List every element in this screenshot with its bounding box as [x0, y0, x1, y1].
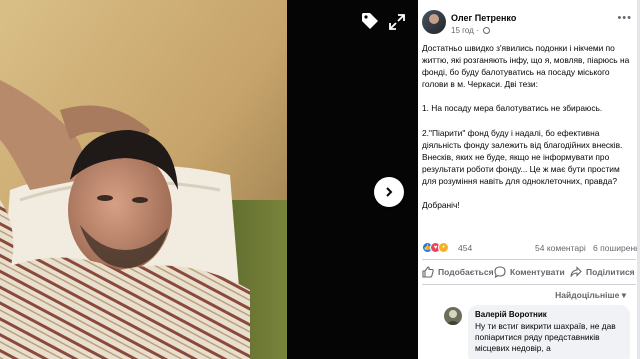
photo-illustration [0, 0, 287, 359]
author-name[interactable]: Олег Петренко [451, 13, 516, 23]
photo-post-page: Олег Петренко 15 год · ••• Достатньо шви… [0, 0, 640, 359]
divider [422, 284, 636, 285]
share-button[interactable]: Поділитися [570, 264, 635, 280]
post-paragraph: Добраніч! [422, 200, 460, 211]
like-label: Подобається [438, 267, 494, 277]
next-photo-button[interactable] [374, 177, 404, 207]
share-icon [570, 266, 582, 277]
post-photo[interactable] [0, 0, 287, 359]
comment-bubble: Валерій Воротник Ну ти встиг викрити шах… [468, 305, 630, 359]
shares-count[interactable]: 6 поширень [593, 243, 640, 253]
photo-viewer [0, 0, 418, 359]
author-avatar[interactable] [422, 10, 446, 34]
post-paragraph: 2."Піарити" фонд буду і надалі, бо ефект… [422, 127, 623, 187]
comment-text: Ну ти встиг викрити шахраїв, не дав попі… [475, 321, 616, 353]
like-button[interactable]: Подобається [422, 264, 494, 280]
post-time[interactable]: 15 год · [451, 26, 490, 35]
post-text: Достатньо швидко з'явились подонки і нік… [422, 42, 634, 223]
reactions-count[interactable]: 454 [458, 243, 472, 253]
post-paragraph: Достатньо швидко з'явились подонки і нік… [422, 43, 630, 90]
post-header: Олег Петренко 15 год · ••• [422, 10, 636, 38]
comment-item: Валерій Воротник Ну ти встиг викрити шах… [422, 305, 636, 359]
comment-icon [494, 266, 506, 278]
reactions-bar: 👍 ♥ • 454 54 коментарі 6 поширень [422, 242, 640, 254]
post-panel: Олег Петренко 15 год · ••• Достатньо шви… [418, 0, 640, 359]
more-options-icon[interactable]: ••• [617, 12, 632, 24]
comments-count[interactable]: 54 коментарі [535, 243, 586, 253]
post-time-label[interactable]: 15 год [451, 26, 474, 35]
share-label: Поділитися [586, 267, 635, 277]
chevron-down-icon: ▾ [621, 290, 626, 300]
tag-icon[interactable] [360, 11, 380, 31]
commenter-avatar[interactable] [444, 307, 462, 325]
comment-sort-dropdown[interactable]: Найдоцільніше ▾ [555, 290, 626, 301]
sort-label: Найдоцільніше [555, 290, 620, 300]
globe-icon [482, 27, 490, 34]
chevron-right-icon [386, 187, 393, 197]
post-paragraph: 1. На посаду мера балотуватись не збираю… [422, 103, 603, 114]
wow-reaction-icon: • [438, 242, 449, 253]
commenter-name[interactable]: Валерій Воротник [475, 310, 623, 319]
reaction-icons[interactable]: 👍 ♥ • [422, 242, 449, 253]
expand-icon[interactable] [388, 13, 406, 31]
comment-button[interactable]: Коментувати [494, 264, 570, 280]
post-actions: Подобається Коментувати Поділитися [422, 264, 636, 280]
comment-label: Коментувати [510, 267, 565, 277]
divider [422, 259, 636, 260]
thumbs-up-icon [422, 266, 434, 278]
